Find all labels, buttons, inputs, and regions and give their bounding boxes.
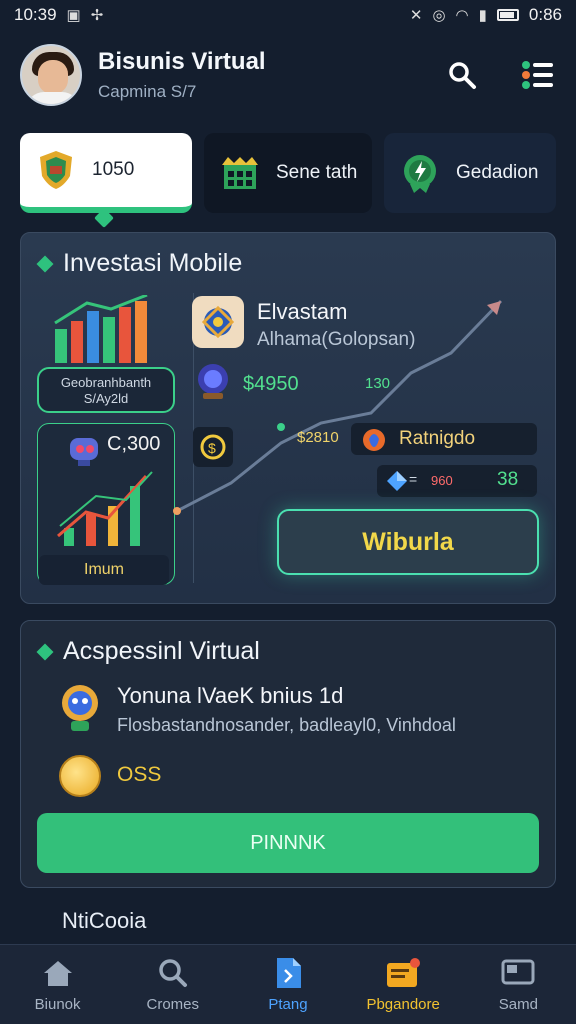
diamond-icon (36, 255, 54, 272)
tile-market-label: Sene tath (276, 162, 358, 183)
growth-chart-illustration (57, 471, 153, 546)
battery-icon (496, 9, 519, 21)
document-icon (233, 956, 343, 990)
asset-pill-b-red: 960 (431, 473, 453, 488)
virtual-item-title: Yonuna lVaeK bnius 1d (117, 683, 344, 708)
search-icon[interactable] (444, 57, 480, 93)
home-icon (3, 956, 113, 990)
growth-label-pill[interactable]: Imum (39, 555, 169, 585)
virtual-title: Acspessinl Virtual (63, 637, 260, 665)
nav-home-label: Biunok (34, 996, 81, 1013)
price-primary: $4950 (243, 373, 299, 395)
virtual-primary-button[interactable]: PINNNK (37, 813, 539, 873)
nav-home[interactable]: Biunok (3, 956, 113, 1013)
virtual-primary-button-label: PINNNK (250, 831, 326, 854)
notification-icon: ▣ (66, 7, 81, 24)
tile-balance-label: 1050 (92, 159, 135, 180)
tile-reward[interactable]: Gedadion (384, 133, 556, 213)
coin-slot[interactable]: $ (193, 427, 233, 467)
app-title: Bisunis Virtual (98, 48, 266, 75)
menu-icon[interactable] (520, 57, 556, 93)
nav-wallet[interactable]: Pbgandore (348, 956, 458, 1013)
asset-logo-icon[interactable] (191, 295, 245, 349)
signal-icon: ▮ (478, 7, 487, 24)
tile-market[interactable]: Sene tath (204, 133, 372, 213)
diamond-icon (36, 643, 54, 660)
invest-action-label: Wiburla (362, 527, 454, 556)
medal-icon (398, 151, 442, 195)
asset-subtitle: Alhama(Golopsan) (257, 329, 416, 350)
nav-wallet-label: Pbgandore (366, 996, 440, 1013)
fire-icon (363, 429, 385, 451)
app-header: Bisunis Virtual Capmina S/7 (0, 30, 576, 120)
cards-icon (463, 956, 573, 990)
nav-search[interactable]: Cromes (118, 956, 228, 1013)
tile-balance[interactable]: 1050 (20, 133, 192, 213)
robot-icon (70, 438, 98, 466)
portfolio-summary-label: Geobranhbanth (60, 375, 152, 390)
portfolio-summary[interactable]: Geobranhbanth S/Ay2ld (37, 367, 175, 413)
svg-text:$: $ (208, 440, 216, 456)
asset-pill-a-label: Ratnigdo (399, 428, 476, 449)
coin-icon (59, 755, 101, 797)
bluetooth-icon: ✢ (90, 7, 104, 24)
portfolio-summary-value: S/Ay2ld (83, 391, 129, 406)
virtual-card: Acspessinl Virtual Yonuna lVaeK bnius 1d… (20, 620, 556, 888)
crystal-ball-icon (198, 364, 228, 399)
asset-name: Elvastam (257, 299, 348, 324)
invest-action-button[interactable]: Wiburla (277, 509, 539, 575)
mute-icon: ✕ (409, 7, 423, 24)
nav-document[interactable]: Ptang (233, 956, 343, 1013)
nav-document-label: Ptang (268, 996, 308, 1013)
wallet-icon (348, 956, 458, 990)
dollar-coin-icon: $ (200, 434, 226, 460)
nav-cards-label: Samd (498, 996, 538, 1013)
asset-pill-b-eq: = (409, 471, 418, 487)
avatar[interactable] (20, 44, 82, 106)
status-bar: 10:39 ▣ ✢ ✕ ◎ ◠ ▮ 0:86 (0, 0, 576, 30)
investment-card: Investasi Mobile Geobranhbanth S/Ay2ld C… (20, 232, 556, 604)
store-icon (218, 151, 262, 195)
shield-icon (34, 148, 78, 192)
asset-pill-b-green: 38 (497, 469, 519, 490)
nav-cards[interactable]: Samd (463, 956, 573, 1013)
investment-title: Investasi Mobile (63, 249, 243, 277)
virtual-item-description: Flosbastandnosander, badleayl0, Vinhdoal (117, 715, 456, 735)
growth-value: C,300 (107, 433, 161, 455)
virtual-item-coins: OSS (117, 763, 162, 786)
next-section-title: NtiCooia (62, 908, 147, 933)
bar-chart-illustration (54, 295, 148, 363)
search-icon (118, 956, 228, 990)
alarm-icon: ◎ (432, 7, 446, 24)
gem-icon (387, 471, 407, 491)
asset-pill-a[interactable]: Ratnigdo (351, 423, 537, 455)
asset-pill-b[interactable]: = 960 38 (377, 465, 537, 497)
nav-search-label: Cromes (146, 996, 200, 1013)
tile-reward-label: Gedadion (456, 162, 539, 183)
battery-level: 0:86 (528, 5, 562, 24)
growth-label: Imum (84, 561, 124, 578)
robot-mascot-icon (62, 685, 98, 731)
category-tiles: 1050 Sene tath Gedadion (20, 133, 556, 228)
status-time: 10:39 (14, 5, 57, 24)
bottom-navigation: Biunok Cromes Ptang Pbgandore Samd (0, 944, 576, 1024)
price-secondary: $2810 (297, 429, 339, 446)
price-count: 130 (365, 375, 391, 392)
app-subtitle: Capmina S/7 (98, 82, 197, 101)
wifi-icon: ◠ (455, 7, 469, 24)
